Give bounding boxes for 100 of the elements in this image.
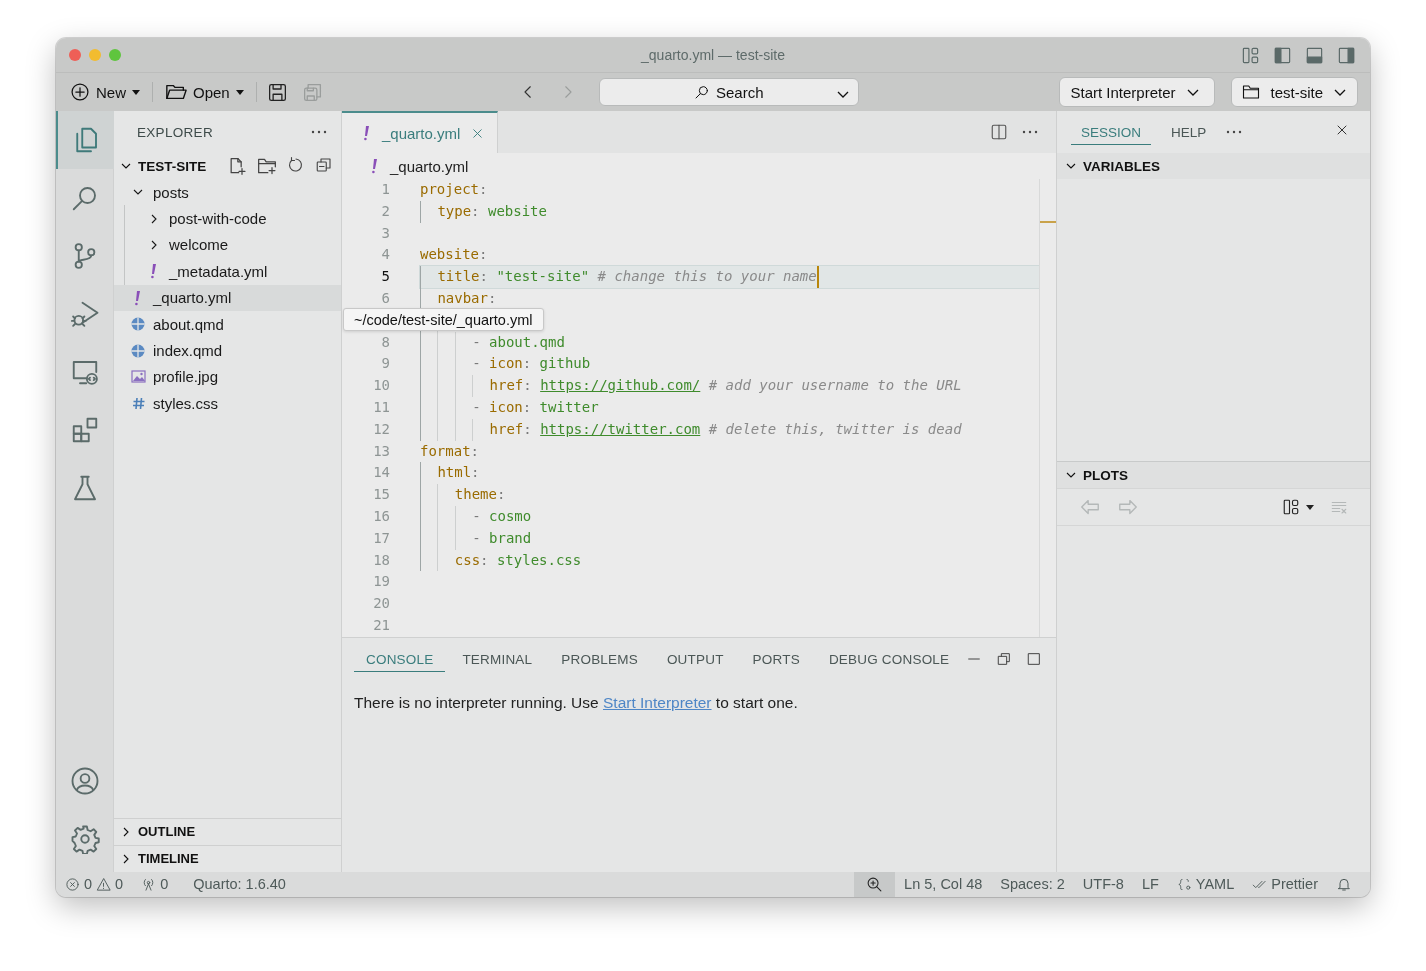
line-number: 11: [372, 397, 391, 417]
language-mode[interactable]: YAML: [1167, 871, 1244, 897]
line-ending[interactable]: LF: [1132, 871, 1168, 897]
text-cursor: [816, 266, 819, 288]
section-header[interactable]: OUTLINE: [114, 817, 341, 845]
code-line: theme:: [454, 485, 506, 505]
sidebar-title: EXPLORER: [137, 124, 213, 140]
line-number: 4: [380, 245, 391, 265]
line-number: 21: [372, 615, 391, 635]
exclamation-icon: [370, 158, 380, 174]
code-line: navbar:: [437, 289, 497, 308]
tree-item[interactable]: styles.css: [114, 390, 341, 417]
editor-tab[interactable]: _quarto.yml: [342, 111, 499, 153]
interpreter-dropdown[interactable]: Start Interpreter: [1059, 77, 1216, 107]
cursor-position[interactable]: Ln 5, Col 48: [895, 871, 992, 897]
panel-tab[interactable]: PORTS: [740, 645, 812, 672]
panel-tab[interactable]: SESSION: [1071, 119, 1152, 145]
console-message: There is no interpreter running. Use Start Interpreter to start one.: [353, 692, 799, 713]
tree-item[interactable]: about.qmd: [114, 310, 341, 338]
section-header[interactable]: VARIABLES: [1057, 153, 1370, 179]
panel-tab[interactable]: OUTPUT: [654, 645, 736, 672]
tree-item[interactable]: post-with-code: [114, 205, 341, 232]
code-line: project:: [420, 180, 488, 199]
encoding[interactable]: UTF-8: [1073, 871, 1133, 897]
line-number: 8: [380, 332, 391, 352]
tree-item[interactable]: _quarto.yml: [114, 284, 341, 311]
braces-icon: [1176, 876, 1192, 892]
settings-icon: [69, 823, 100, 854]
exclamation-icon: [149, 263, 159, 280]
tree-item[interactable]: index.qmd: [114, 337, 341, 364]
code-line: href: https://twitter.com # delete this, twitter is dead: [489, 419, 962, 439]
folder-header[interactable]: TEST-SITE: [114, 153, 341, 179]
panel-bottom-icon[interactable]: [1305, 45, 1324, 65]
code-line: - cosmo: [472, 506, 532, 526]
line-number: 6: [380, 289, 391, 308]
exclamation-icon: [133, 289, 143, 306]
quarto-version[interactable]: Quarto: 1.6.40: [177, 871, 295, 897]
sidebar-left-icon[interactable]: [1273, 45, 1292, 65]
restore-icon[interactable]: [996, 650, 1013, 667]
search-icon: [693, 84, 710, 100]
tree-item[interactable]: posts: [114, 179, 341, 206]
zoom-button[interactable]: [854, 871, 896, 897]
line-number: 20: [372, 594, 391, 614]
split-editor-icon[interactable]: [990, 123, 1008, 141]
hash-icon: [131, 396, 145, 410]
code-line: - brand: [472, 528, 532, 548]
tree-item[interactable]: profile.jpg: [114, 363, 341, 391]
code-line: href: https://github.com/ # add your username to the URL: [489, 376, 962, 396]
line-number: 14: [372, 463, 391, 483]
more-icon[interactable]: [1226, 130, 1243, 134]
new-folder-icon[interactable]: [257, 156, 277, 176]
maximize-icon[interactable]: [1026, 650, 1043, 667]
caret-icon: [132, 89, 140, 95]
code-line: format:: [420, 441, 479, 461]
bell-icon[interactable]: [1336, 876, 1352, 892]
line-number: 9: [380, 354, 391, 374]
more-icon[interactable]: [1022, 130, 1038, 134]
collapse-icon[interactable]: [315, 156, 333, 174]
formatter[interactable]: Prettier: [1243, 871, 1327, 897]
new-button[interactable]: New: [68, 79, 142, 105]
folder-dropdown[interactable]: test-site: [1231, 77, 1358, 107]
account-icon: [69, 765, 100, 796]
line-number: 2: [380, 201, 391, 221]
tree-item[interactable]: welcome: [114, 231, 341, 259]
code-line: html:: [437, 463, 480, 483]
plus-circle-icon: [70, 82, 90, 102]
window-title: _quarto.yml — test-site: [641, 47, 785, 63]
quarto-icon: [131, 317, 145, 332]
line-number: 15: [372, 485, 391, 505]
line-number: 13: [372, 441, 391, 461]
search-field[interactable]: Search: [598, 78, 859, 106]
line-number: 19: [372, 572, 391, 592]
tree-item[interactable]: _metadata.yml: [114, 258, 341, 285]
panel-tab[interactable]: TERMINAL: [450, 645, 545, 672]
panel-tab[interactable]: HELP: [1161, 119, 1217, 145]
caret-icon: [1306, 504, 1314, 510]
path-tooltip: ~/code/test-site/_quarto.yml: [343, 308, 544, 331]
activity-tab[interactable]: [56, 111, 114, 169]
line-number: 16: [372, 506, 391, 526]
problems-indicator[interactable]: 0 0: [56, 871, 133, 897]
layout-icon[interactable]: [1282, 498, 1300, 516]
line-number: 5: [380, 267, 391, 287]
breadcrumb[interactable]: _quarto.yml: [390, 157, 469, 175]
error-icon: [65, 876, 80, 892]
save-icon[interactable]: [266, 81, 288, 103]
sidebar-right-icon[interactable]: [1337, 45, 1356, 65]
exclamation-icon: [362, 125, 372, 141]
refresh-icon[interactable]: [287, 156, 305, 174]
more-icon[interactable]: [311, 130, 327, 134]
indentation[interactable]: Spaces: 2: [991, 871, 1074, 897]
code-line: css: styles.css: [454, 550, 582, 570]
panel-tab[interactable]: DEBUG CONSOLE: [816, 645, 962, 672]
section-header[interactable]: PLOTS: [1057, 462, 1370, 488]
line-number: 18: [372, 550, 391, 570]
section-header[interactable]: TIMELINE: [114, 844, 341, 872]
panel-tab[interactable]: CONSOLE: [354, 645, 446, 672]
line-number: 12: [372, 419, 391, 439]
ports-indicator[interactable]: 0: [132, 871, 178, 897]
open-button[interactable]: Open: [163, 78, 246, 106]
panel-tab[interactable]: PROBLEMS: [549, 645, 650, 672]
